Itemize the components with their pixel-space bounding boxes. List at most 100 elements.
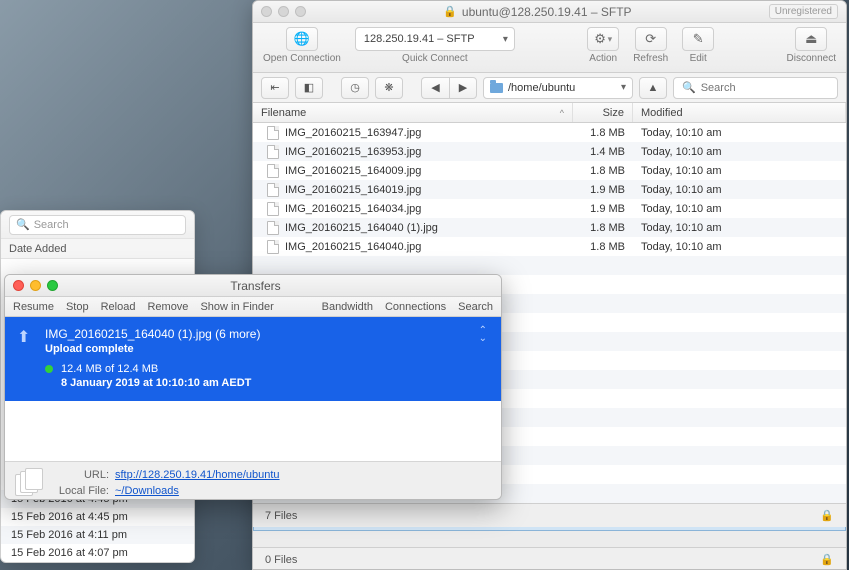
refresh-button[interactable]: ⟳: [635, 27, 667, 51]
file-modified: Today, 10:10 am: [633, 203, 846, 215]
file-modified: Today, 10:10 am: [633, 146, 846, 158]
file-name: IMG_20160215_164040 (1).jpg: [285, 222, 438, 234]
header-size[interactable]: Size: [573, 103, 633, 122]
file-name: IMG_20160215_163953.jpg: [285, 146, 421, 158]
url-label: URL:: [55, 469, 115, 481]
transfers-title: Transfers: [58, 279, 453, 293]
file-icon: [267, 126, 279, 140]
connections-button[interactable]: Connections: [385, 301, 446, 313]
transfer-timestamp: 8 January 2019 at 10:10:10 am AEDT: [45, 377, 487, 389]
transfers-titlebar[interactable]: Transfers: [5, 275, 501, 297]
close-button[interactable]: [13, 280, 24, 291]
file-modified: Today, 10:10 am: [633, 165, 846, 177]
table-row[interactable]: IMG_20160215_163953.jpg 1.4 MBToday, 10:1…: [253, 142, 846, 161]
chevron-left-icon: ◀: [431, 81, 439, 94]
action-button[interactable]: ⚙︎ ▾: [587, 27, 619, 51]
minimize-button[interactable]: [30, 280, 41, 291]
file-size: 1.9 MB: [573, 184, 633, 196]
finder-search-bar: 🔍Search: [1, 211, 194, 239]
transfers-window: Transfers Resume Stop Reload Remove Show…: [4, 274, 502, 500]
lock-icon: 🔒: [443, 5, 457, 18]
list-item[interactable]: 15 Feb 2016 at 4:11 pm: [1, 526, 194, 544]
table-row[interactable]: IMG_20160215_164034.jpg1.9 MBToday, 10:1…: [253, 199, 846, 218]
title-bar[interactable]: 🔒 ubuntu@128.250.19.41 – SFTP Unregister…: [253, 1, 846, 23]
edit-button[interactable]: ✎: [682, 27, 714, 51]
nav-back-button[interactable]: ◀: [421, 77, 449, 99]
edit-label: Edit: [690, 53, 707, 64]
nav-forward-button[interactable]: ▶: [449, 77, 477, 99]
transfer-status: Upload complete: [45, 343, 487, 355]
history-button[interactable]: ◷: [341, 77, 369, 99]
header-modified[interactable]: Modified: [633, 103, 846, 122]
table-row[interactable]: IMG_20160215_164009.jpg1.8 MBToday, 10:1…: [253, 161, 846, 180]
show-in-finder-button[interactable]: Show in Finder: [200, 301, 273, 313]
gear-icon: ⚙︎: [594, 31, 606, 47]
open-connection-button[interactable]: 🌐: [286, 27, 318, 51]
traffic-lights[interactable]: [13, 280, 58, 291]
file-icon: [267, 202, 279, 216]
path-selector[interactable]: /home/ubuntu: [483, 77, 633, 99]
file-name: IMG_20160215_164009.jpg: [285, 165, 421, 177]
unregistered-badge[interactable]: Unregistered: [769, 4, 838, 19]
view-mode-button[interactable]: ◧: [295, 77, 323, 99]
stop-button[interactable]: Stop: [66, 301, 89, 313]
finder-column-header[interactable]: Date Added: [1, 239, 194, 259]
file-icon: [267, 164, 279, 178]
disconnect-button[interactable]: ⏏︎: [795, 27, 827, 51]
go-up-button[interactable]: ▲: [639, 77, 667, 99]
main-toolbar: 🌐 Open Connection 128.250.19.41 – SFTP Q…: [253, 23, 846, 73]
list-item[interactable]: 15 Feb 2016 at 4:45 pm: [1, 508, 194, 526]
header-filename[interactable]: Filename^: [253, 103, 573, 122]
column-headers[interactable]: Filename^ Size Modified: [253, 103, 846, 123]
refresh-label: Refresh: [633, 53, 668, 64]
reload-button[interactable]: Reload: [101, 301, 136, 313]
file-modified: Today, 10:10 am: [633, 184, 846, 196]
transfer-progress: 12.4 MB of 12.4 MB: [61, 363, 158, 375]
file-search-input[interactable]: [701, 82, 843, 94]
expand-chevron-icon[interactable]: ⌃⌄: [479, 327, 487, 343]
url-link[interactable]: sftp://128.250.19.41/home/ubuntu: [115, 469, 280, 481]
finder-search-input[interactable]: 🔍Search: [9, 215, 186, 235]
bandwidth-button[interactable]: Bandwidth: [322, 301, 373, 313]
file-icon: [267, 183, 279, 197]
list-item[interactable]: 15 Feb 2016 at 4:07 pm: [1, 544, 194, 562]
zoom-button[interactable]: [47, 280, 58, 291]
bonjour-button[interactable]: ❋: [375, 77, 403, 99]
file-count: 7 Files: [265, 510, 297, 522]
path-text: /home/ubuntu: [508, 82, 575, 94]
transfers-footer: URL: sftp://128.250.19.41/home/ubuntu Lo…: [5, 461, 501, 500]
status-dot-icon: [45, 365, 53, 373]
file-name: IMG_20160215_163947.jpg: [285, 127, 421, 139]
refresh-icon: ⟳: [645, 31, 656, 47]
file-icon: [267, 145, 279, 159]
open-connection-label: Open Connection: [263, 53, 341, 64]
status-bar-lower: 0 Files 🔒: [253, 547, 846, 570]
chevron-right-icon: ▶: [459, 81, 467, 94]
transfers-empty-area: [5, 401, 501, 461]
toggle-sidebar-button[interactable]: ⇤: [261, 77, 289, 99]
quick-connect-select[interactable]: 128.250.19.41 – SFTP: [355, 27, 515, 51]
search-button[interactable]: Search: [458, 301, 493, 313]
quick-connect-label: Quick Connect: [402, 53, 468, 64]
file-size: 1.4 MB: [573, 146, 633, 158]
window-title: ubuntu@128.250.19.41 – SFTP: [462, 5, 632, 19]
file-size: 1.8 MB: [573, 127, 633, 139]
table-row[interactable]: IMG_20160215_164040 (1).jpg1.8 MBToday, …: [253, 218, 846, 237]
disconnect-label: Disconnect: [787, 53, 836, 64]
traffic-lights[interactable]: [261, 6, 306, 17]
table-row[interactable]: IMG_20160215_164040.jpg1.8 MBToday, 10:1…: [253, 237, 846, 256]
upload-arrow-icon: ⬆: [17, 327, 30, 347]
nav-strip: ⇤ ◧ ◷ ❋ ◀ ▶ /home/ubuntu ▲ 🔍: [253, 73, 846, 103]
file-count: 0 Files: [265, 554, 297, 566]
clock-icon: ◷: [350, 81, 360, 94]
file-name: IMG_20160215_164019.jpg: [285, 184, 421, 196]
transfer-item[interactable]: ⬆ ⌃⌄ IMG_20160215_164040 (1).jpg (6 more…: [5, 317, 501, 401]
search-icon: 🔍: [682, 81, 696, 94]
file-search-box[interactable]: 🔍: [673, 77, 838, 99]
table-row[interactable]: IMG_20160215_163947.jpg1.8 MBToday, 10:1…: [253, 123, 846, 142]
search-icon: 🔍: [16, 218, 30, 231]
local-file-link[interactable]: ~/Downloads: [115, 485, 280, 497]
resume-button[interactable]: Resume: [13, 301, 54, 313]
table-row[interactable]: IMG_20160215_164019.jpg 1.9 MBToday, 10:1…: [253, 180, 846, 199]
remove-button[interactable]: Remove: [147, 301, 188, 313]
